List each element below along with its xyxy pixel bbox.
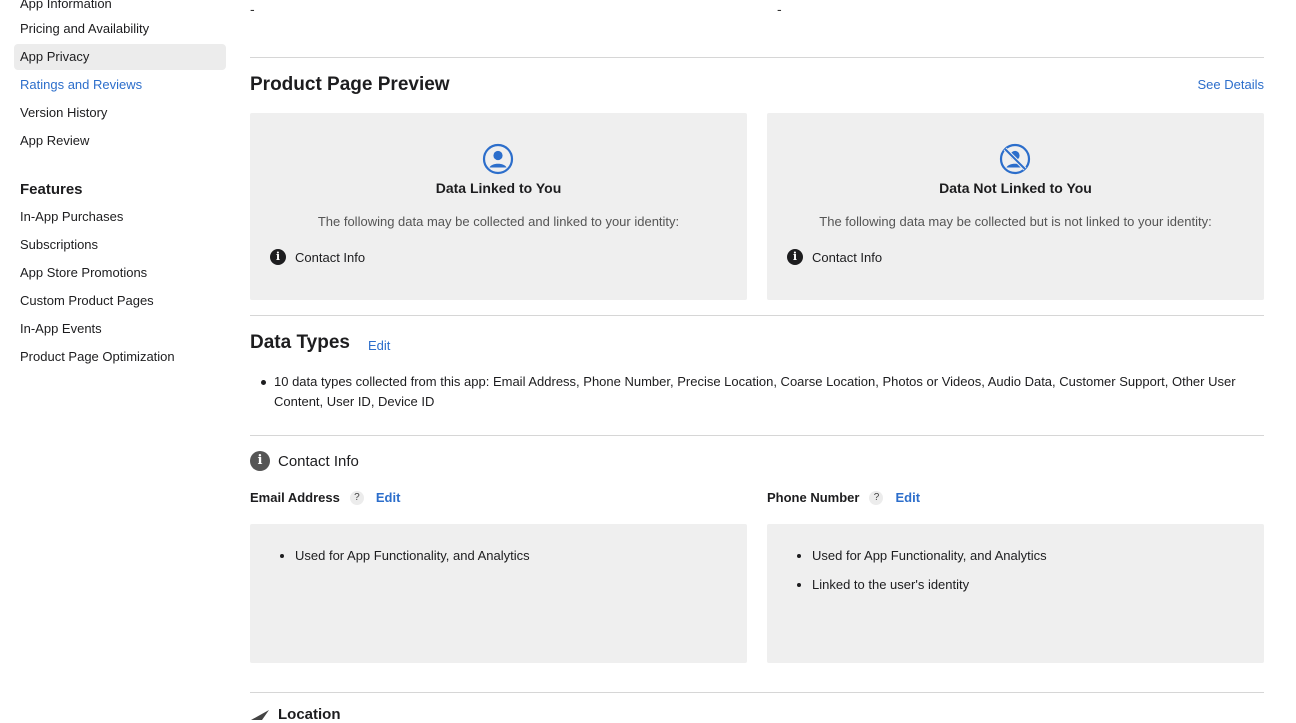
sidebar-item-in-app-purchases[interactable]: In-App Purchases (14, 204, 226, 230)
email-address-label: Email Address (250, 490, 340, 505)
sidebar-item-custom-product-pages[interactable]: Custom Product Pages (14, 288, 226, 314)
sidebar-item-pricing[interactable]: Pricing and Availability (14, 16, 226, 42)
email-address-edit-button[interactable]: Edit (376, 490, 401, 505)
top-value-left: - (250, 1, 255, 17)
help-icon[interactable]: ? (349, 490, 364, 505)
data-types-edit-button[interactable]: Edit (368, 338, 390, 353)
divider (250, 692, 1264, 693)
data-linked-item: i Contact Info (270, 249, 365, 265)
data-linked-item-label: Contact Info (295, 249, 366, 265)
phone-number-usage-box: Used for App Functionality, and Analytic… (767, 524, 1264, 663)
help-icon[interactable]: ? (869, 490, 884, 505)
sidebar-item-app-store-promotions[interactable]: App Store Promotions (14, 260, 226, 286)
data-linked-subtitle: The following data may be collected and … (317, 214, 680, 229)
data-not-linked-subtitle: The following data may be collected but … (819, 214, 1212, 229)
phone-number-field-header: Phone Number ? Edit (767, 490, 920, 505)
contact-info-title: Contact Info (278, 452, 359, 470)
data-linked-title: Data Linked to You (435, 180, 562, 196)
location-section-header: Location (250, 706, 341, 723)
list-item: Linked to the user's identity (812, 575, 1264, 594)
sidebar-item-app-privacy[interactable]: App Privacy (14, 44, 226, 70)
sidebar-item-subscriptions[interactable]: Subscriptions (14, 232, 226, 258)
list-item: Used for App Functionality, and Analytic… (295, 546, 747, 565)
info-icon: i (270, 249, 286, 265)
sidebar-item-version-history[interactable]: Version History (14, 100, 226, 126)
email-address-usage-box: Used for App Functionality, and Analytic… (250, 524, 747, 663)
phone-number-edit-button[interactable]: Edit (895, 490, 920, 505)
data-not-linked-card: Data Not Linked to You The following dat… (767, 113, 1264, 300)
see-details-link[interactable]: See Details (1198, 77, 1264, 92)
contact-info-section-header: i Contact Info (250, 451, 359, 471)
features-heading: Features (20, 181, 83, 198)
data-not-linked-title: Data Not Linked to You (939, 180, 1092, 196)
divider (250, 315, 1264, 316)
list-item: Used for App Functionality, and Analytic… (812, 546, 1264, 565)
data-linked-card: Data Linked to You The following data ma… (250, 113, 747, 300)
data-not-linked-item: i Contact Info (787, 249, 882, 265)
person-circle-icon (482, 143, 514, 175)
email-address-field-header: Email Address ? Edit (250, 490, 400, 505)
info-icon: i (787, 249, 803, 265)
location-arrow-icon (251, 709, 269, 720)
divider (250, 57, 1264, 58)
top-value-right: - (777, 1, 782, 17)
data-types-summary: 10 data types collected from this app: E… (261, 372, 1244, 412)
sidebar-item-app-information[interactable]: App Information (14, 0, 226, 17)
data-not-linked-item-label: Contact Info (812, 249, 883, 265)
sidebar-item-product-page-optimization[interactable]: Product Page Optimization (14, 344, 226, 370)
phone-number-label: Phone Number (767, 490, 860, 505)
person-slash-icon (999, 143, 1031, 175)
sidebar-item-in-app-events[interactable]: In-App Events (14, 316, 226, 342)
sidebar-item-ratings-reviews[interactable]: Ratings and Reviews (14, 72, 226, 98)
location-title: Location (278, 706, 341, 723)
data-types-title: Data Types (250, 332, 350, 353)
divider (250, 435, 1264, 436)
product-page-preview-title: Product Page Preview (250, 74, 450, 95)
info-icon: i (250, 451, 270, 471)
sidebar-item-app-review[interactable]: App Review (14, 128, 226, 154)
